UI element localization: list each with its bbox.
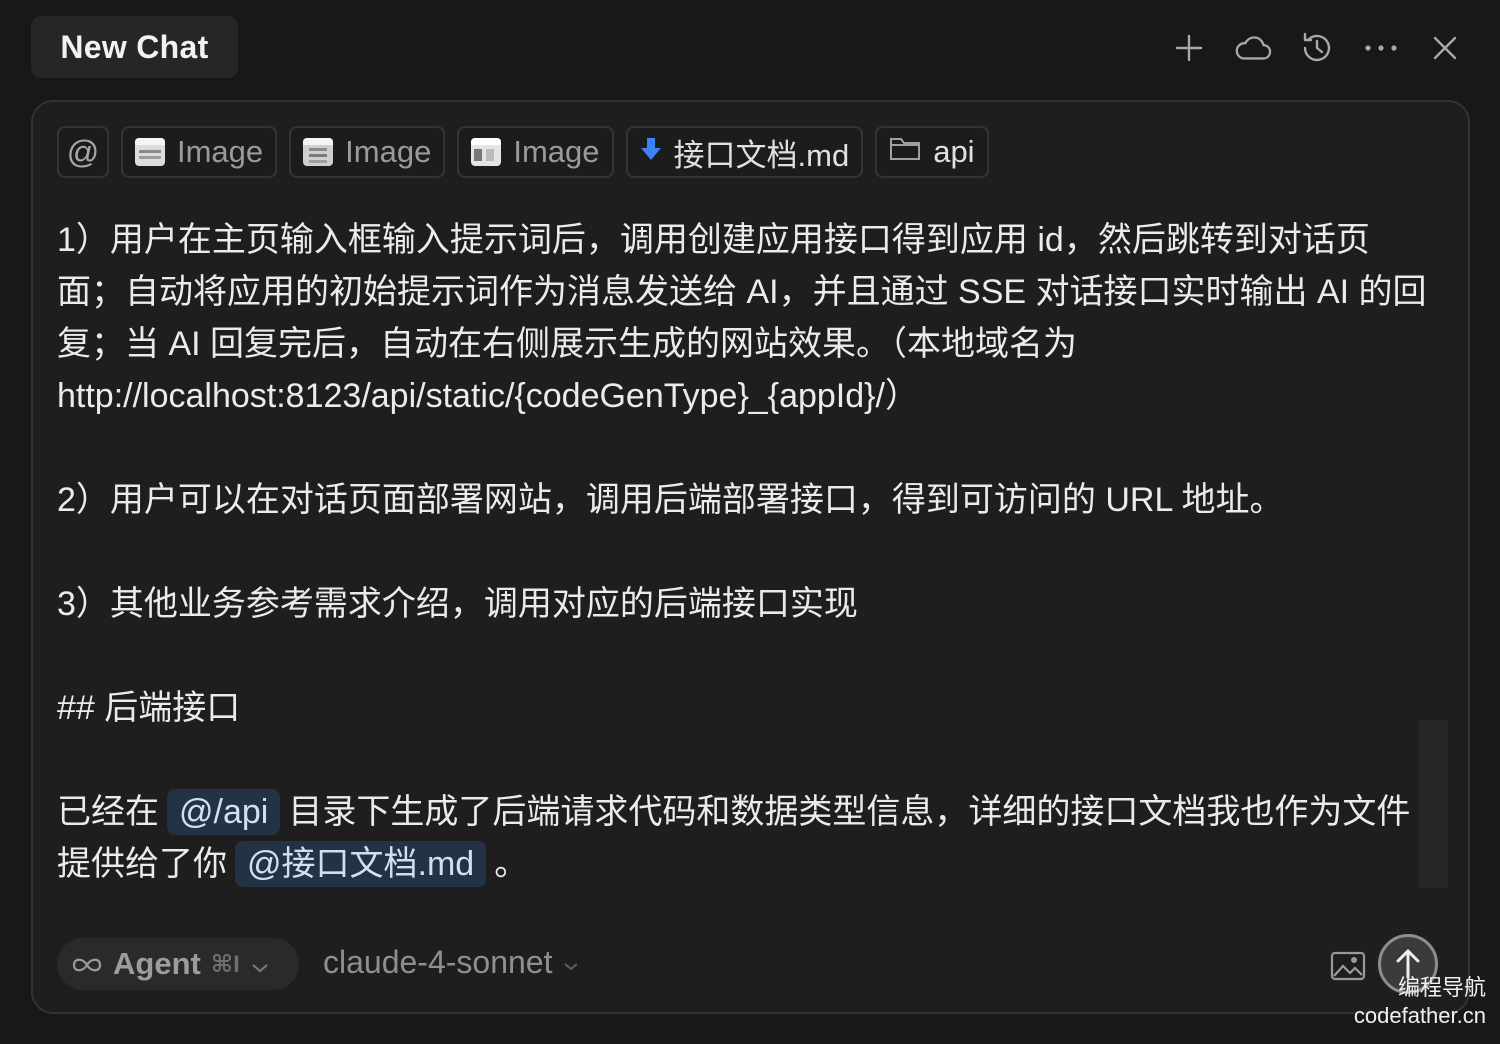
- watermark-line: codefather.cn: [1353, 1003, 1486, 1028]
- context-chip-folder[interactable]: api: [875, 126, 989, 178]
- mention-doc[interactable]: @接口文档.md: [235, 841, 487, 887]
- context-chip-image[interactable]: Image: [289, 126, 446, 178]
- agent-shortcut: ⌘I: [210, 950, 240, 978]
- agent-label: Agent: [113, 946, 201, 981]
- watermark-line: 编程导航: [1397, 975, 1486, 1000]
- image-thumbnail-icon: [471, 138, 502, 166]
- model-selector[interactable]: claude-4-sonnet: [323, 944, 580, 981]
- message-input[interactable]: 1）用户在主页输入框输入提示词后，调用创建应用接口得到应用 id，然后跳转到对话…: [57, 214, 1447, 890]
- folder-icon: [889, 134, 921, 170]
- image-thumbnail-icon: [135, 138, 165, 166]
- chip-label: Image: [177, 134, 264, 169]
- agent-mode-selector[interactable]: Agent ⌘I: [57, 938, 299, 990]
- more-icon[interactable]: [1362, 29, 1400, 67]
- plus-icon[interactable]: [1170, 29, 1208, 67]
- add-context-button[interactable]: @: [57, 126, 109, 178]
- close-icon[interactable]: [1426, 29, 1464, 67]
- text-line: 1）用户在主页输入框输入提示词后，调用创建应用接口得到应用 id，然后跳转到对话…: [57, 221, 1370, 259]
- at-icon: @: [66, 133, 100, 170]
- model-label: claude-4-sonnet: [323, 944, 553, 980]
- top-bar: New Chat: [0, 0, 1500, 96]
- text-span: 提供给了你: [57, 845, 227, 883]
- context-chip-image[interactable]: Image: [121, 126, 278, 178]
- markdown-heading: ## 后端接口: [57, 689, 241, 727]
- text-line: 2）用户可以在对话页面部署网站，调用后端部署接口，得到可访问的 URL 地址。: [57, 481, 1284, 519]
- text-span: 。: [494, 845, 529, 883]
- chevron-down-icon: [562, 944, 580, 981]
- composer-footer: Agent ⌘I claude-4-sonnet: [57, 934, 1452, 994]
- chip-label: Image: [513, 134, 600, 169]
- chat-tab[interactable]: New Chat: [31, 16, 238, 78]
- chip-label: 接口文档.md: [673, 137, 850, 173]
- chip-label: api: [933, 134, 975, 169]
- scrollbar[interactable]: [1418, 720, 1448, 888]
- context-chip-image[interactable]: Image: [457, 126, 614, 178]
- cloud-icon[interactable]: [1234, 29, 1272, 67]
- context-chips: @ Image Image Image 接口文档.md api: [57, 126, 989, 178]
- text-line: 提供给了你 @接口文档.md。: [57, 838, 1447, 890]
- text-line: 已经在 @/api 目录下生成了后端请求代码和数据类型信息，详细的接口文档我也作为文…: [57, 786, 1447, 838]
- chip-label: Image: [345, 134, 432, 169]
- text-span: 已经在: [57, 793, 159, 831]
- image-thumbnail-icon: [303, 138, 334, 166]
- text-line: 面；自动将应用的初始提示词作为消息发送给 AI，并且通过 SSE 对话接口实时输…: [57, 273, 1427, 311]
- chat-composer[interactable]: @ Image Image Image 接口文档.md api 1）用户在主页输…: [31, 100, 1470, 1014]
- infinity-icon: [71, 946, 103, 982]
- history-icon[interactable]: [1298, 29, 1336, 67]
- text-line: http://localhost:8123/api/static/{codeGe…: [57, 377, 919, 415]
- context-chip-file[interactable]: 接口文档.md: [625, 126, 864, 178]
- watermark: 编程导航 codefather.cn: [1354, 974, 1486, 1030]
- mention-api[interactable]: @/api: [167, 789, 281, 835]
- markdown-file-icon: [640, 134, 662, 170]
- chevron-down-icon: [250, 946, 270, 982]
- text-line: 3）其他业务参考需求介绍，调用对应的后端接口实现: [57, 585, 858, 623]
- text-span: 目录下生成了后端请求代码和数据类型信息，详细的接口文档我也作为文件: [288, 793, 1411, 831]
- text-line: 复；当 AI 回复完后，自动在右侧展示生成的网站效果。（本地域名为: [57, 325, 1078, 363]
- top-toolbar: [1170, 26, 1464, 70]
